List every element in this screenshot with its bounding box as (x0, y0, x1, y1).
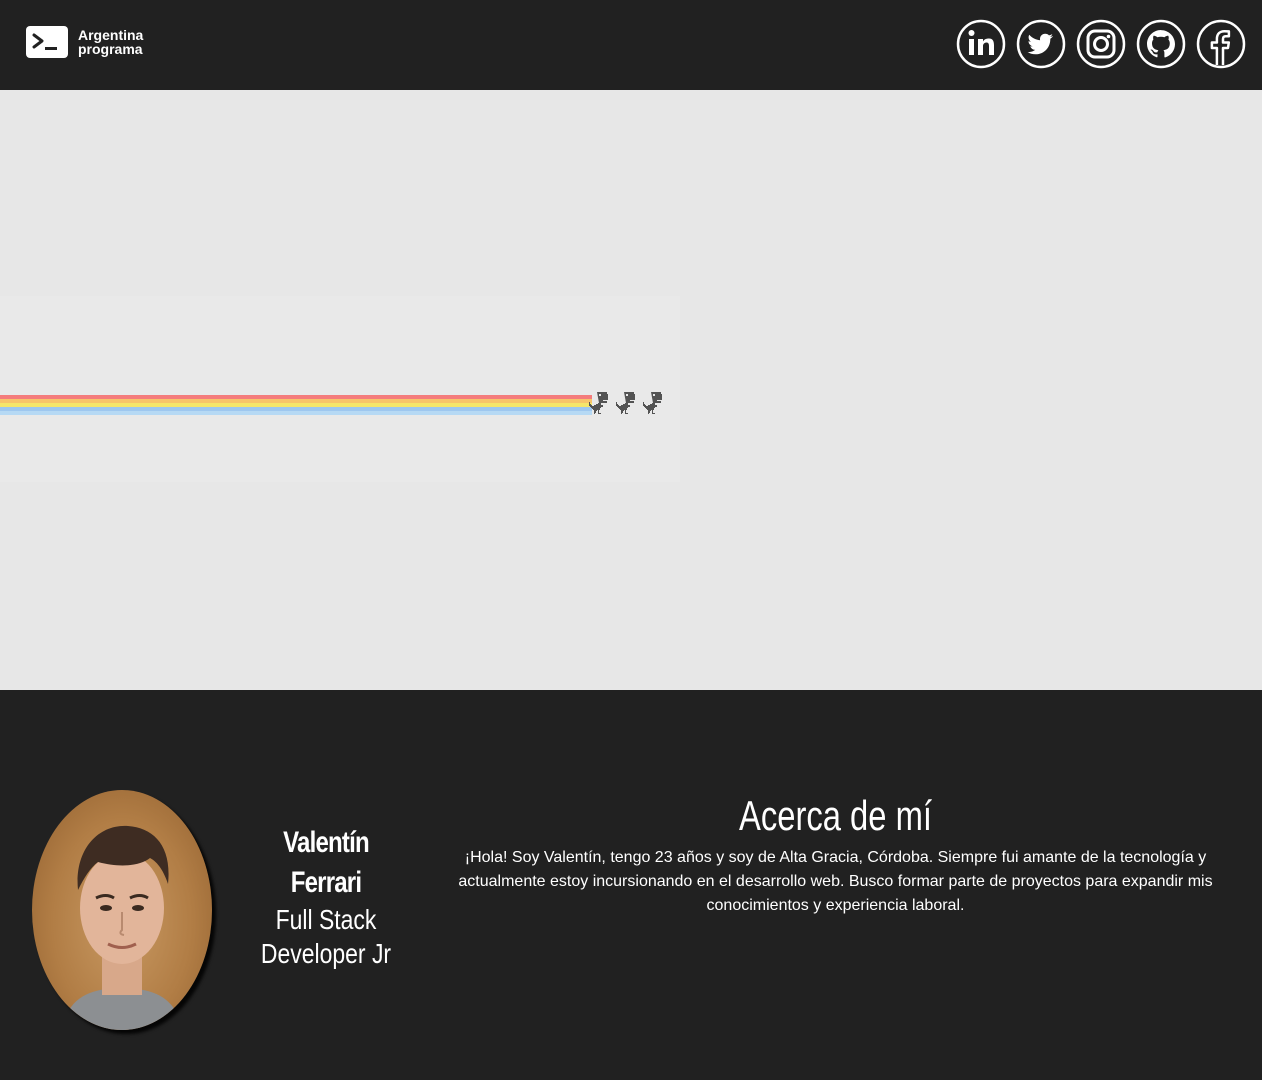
argentina-programa-logo[interactable]: Argentina programa (26, 26, 143, 58)
site-header: Argentina programa (0, 0, 1262, 90)
dino-icon (643, 392, 662, 414)
dino-group (585, 392, 662, 414)
dino-icon (589, 392, 608, 414)
rainbow-trail (0, 395, 592, 415)
dino-icon (616, 392, 635, 414)
facebook-icon[interactable] (1196, 19, 1246, 69)
brand-line-1: Argentina (78, 27, 144, 43)
about-section: Valentín Ferrari Full Stack Developer Jr… (0, 690, 1262, 1080)
github-icon[interactable] (1136, 19, 1186, 69)
about-description: ¡Hola! Soy Valentín, tengo 23 años y soy… (458, 849, 1213, 914)
profile-role: Full Stack Developer Jr (260, 904, 392, 969)
brand-line-2: programa (78, 41, 143, 57)
terminal-icon (26, 26, 68, 58)
profile-name: Valentín Ferrari (283, 826, 369, 899)
profile-name-block: Valentín Ferrari Full Stack Developer Jr (230, 823, 422, 971)
logo-text: Argentina programa (78, 28, 143, 56)
dino-game-canvas[interactable] (0, 296, 680, 482)
linkedin-icon[interactable] (956, 19, 1006, 69)
profile-avatar (32, 790, 212, 1030)
social-links (956, 19, 1246, 69)
about-title: Acerca de mí (738, 792, 933, 839)
hero-banner (0, 90, 1262, 690)
instagram-icon[interactable] (1076, 19, 1126, 69)
twitter-icon[interactable] (1016, 19, 1066, 69)
about-content: Acerca de mí ¡Hola! Soy Valentín, tengo … (452, 790, 1219, 918)
rainbow-stripe (0, 411, 592, 415)
